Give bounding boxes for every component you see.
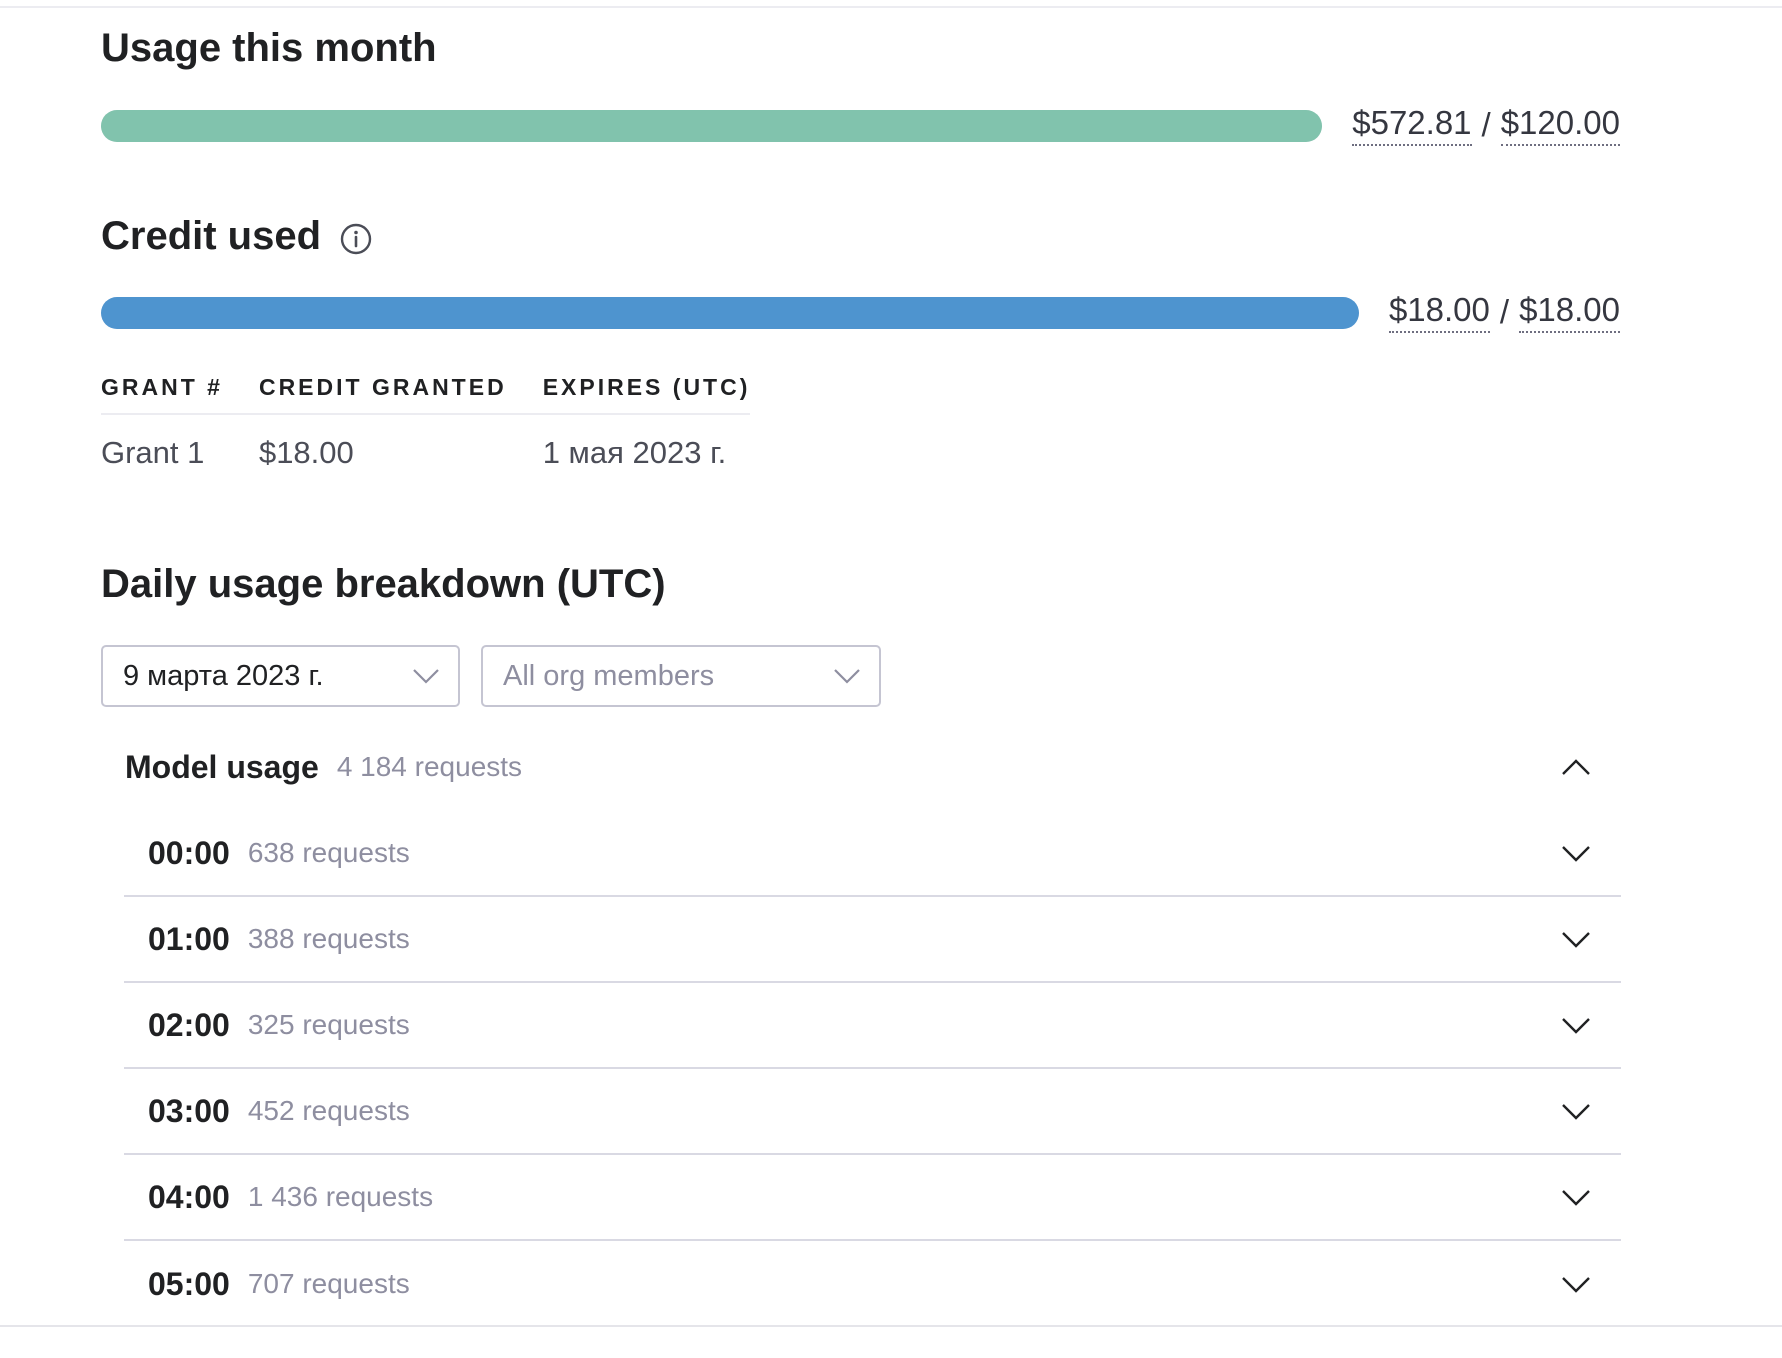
top-divider (0, 6, 1782, 8)
chevron-down-icon (1562, 1018, 1590, 1034)
hour-request-count: 638 requests (247, 837, 410, 868)
hour-request-count: 707 requests (247, 1268, 410, 1299)
usage-progress-bar (101, 110, 1322, 142)
credit-total-value[interactable]: $18.00 (1519, 291, 1620, 333)
hour-request-count: 388 requests (247, 923, 410, 954)
grant-name-cell: Grant 1 (101, 435, 205, 470)
model-usage-label: Model usage (125, 748, 319, 785)
usage-progress-fill (101, 110, 1322, 142)
chevron-down-icon (1562, 1104, 1590, 1120)
usage-this-month-heading: Usage this month (101, 26, 437, 70)
usage-used-value[interactable]: $572.81 (1352, 104, 1472, 146)
hour-time: 00:00 (148, 834, 230, 871)
credit-used-title: Credit used (101, 214, 322, 258)
hour-row[interactable]: 05:00 707 requests (124, 1241, 1621, 1327)
hour-time: 03:00 (148, 1092, 230, 1129)
credit-progress-bar (101, 297, 1359, 329)
credit-amount: $18.00 / $18.00 (1388, 291, 1620, 333)
hour-row[interactable]: 04:00 1 436 requests (124, 1155, 1621, 1241)
model-usage-toggle[interactable]: Model usage 4 184 requests (125, 740, 1621, 794)
members-select-value: All org members (503, 659, 715, 692)
hour-row[interactable]: 03:00 452 requests (124, 1069, 1621, 1155)
usage-limit-value[interactable]: $120.00 (1500, 104, 1620, 146)
bottom-divider (0, 1325, 1782, 1327)
date-select[interactable]: 9 марта 2023 г. (101, 645, 460, 707)
model-usage-count: 4 184 requests (336, 751, 523, 782)
grant-amount-cell: $18.00 (258, 435, 354, 470)
chevron-down-icon (1562, 1190, 1590, 1206)
grants-header-row: GRANT # CREDIT GRANTED EXPIRES (UTC) (101, 368, 751, 415)
chevron-down-icon (413, 669, 439, 684)
usage-amount: $572.81 / $120.00 (1352, 104, 1620, 146)
credit-used-value[interactable]: $18.00 (1388, 291, 1490, 333)
chevron-down-icon (1562, 846, 1590, 862)
hour-request-count: 325 requests (247, 1009, 410, 1040)
chevron-down-icon (1562, 932, 1590, 948)
table-row: Grant 1 $18.00 1 мая 2023 г. (101, 414, 750, 471)
grant-number-header: GRANT # (101, 368, 259, 415)
members-select[interactable]: All org members (481, 645, 881, 707)
hour-time: 05:00 (148, 1265, 230, 1302)
hour-row[interactable]: 02:00 325 requests (124, 983, 1621, 1069)
hour-time: 02:00 (148, 1006, 230, 1043)
hour-time: 04:00 (148, 1178, 230, 1215)
hour-row[interactable]: 01:00 388 requests (124, 897, 1621, 983)
hour-time: 01:00 (148, 920, 230, 957)
credit-grants-table: GRANT # CREDIT GRANTED EXPIRES (UTC) Gra… (101, 368, 751, 471)
credit-separator: / (1499, 293, 1510, 330)
grant-expires-cell: 1 мая 2023 г. (542, 435, 727, 470)
credit-granted-header: CREDIT GRANTED (258, 368, 543, 415)
date-select-value: 9 марта 2023 г. (123, 659, 324, 692)
hourly-usage-list: 00:00 638 requests 01:00 388 requests 02:00 3… (124, 811, 1621, 1327)
hour-row[interactable]: 00:00 638 requests (124, 811, 1621, 897)
chevron-up-icon (1562, 759, 1590, 775)
usage-separator: / (1481, 106, 1491, 143)
hour-request-count: 1 436 requests (247, 1181, 434, 1212)
chevron-down-icon (1562, 1277, 1590, 1293)
daily-usage-heading: Daily usage breakdown (UTC) (101, 562, 666, 606)
expires-header: EXPIRES (UTC) (542, 368, 751, 415)
hour-request-count: 452 requests (247, 1095, 410, 1126)
info-icon[interactable] (339, 219, 373, 255)
credit-used-heading: Credit used (101, 212, 373, 260)
credit-progress-fill (101, 297, 1359, 329)
chevron-down-icon (834, 669, 860, 684)
